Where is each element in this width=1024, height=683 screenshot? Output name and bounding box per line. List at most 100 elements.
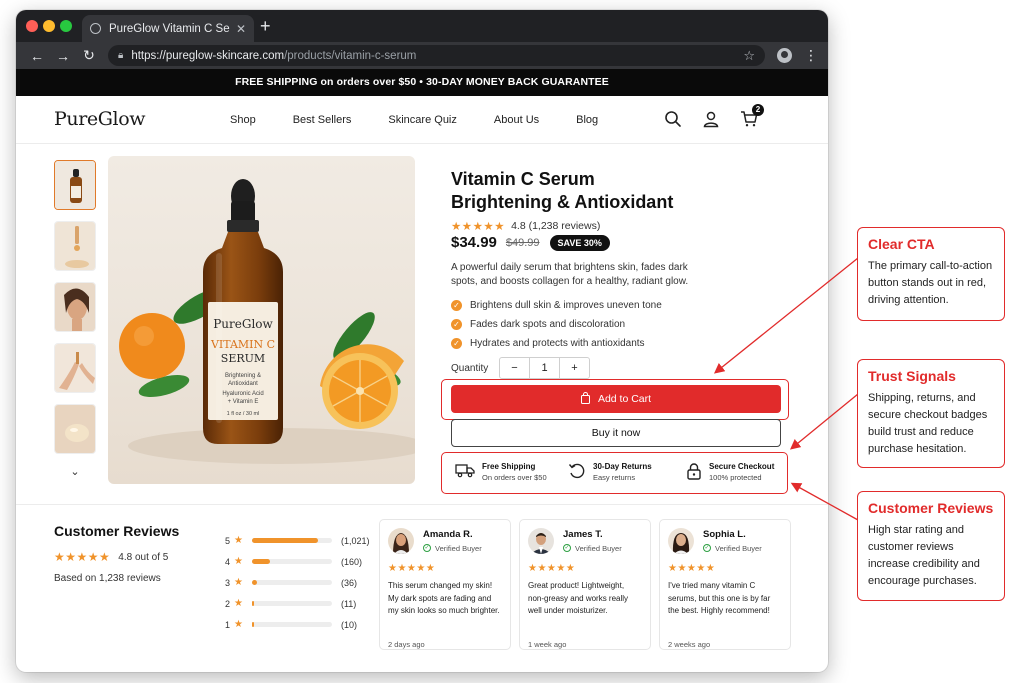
thumbnail-texture[interactable] [54, 404, 96, 454]
quantity-input[interactable]: 1 [529, 358, 560, 378]
add-to-cart-button[interactable]: Add to Cart [451, 385, 781, 413]
review-card: James T. ✓ Verified Buyer ★★★★★ Great pro… [519, 519, 651, 650]
nav-skincare-quiz[interactable]: Skincare Quiz [388, 114, 456, 126]
thumbnail-dropper[interactable] [54, 221, 96, 271]
return-icon [568, 462, 586, 485]
rating-bar-row: 3 ★ (36) [225, 572, 375, 593]
site-header: PureGlow Shop Best Sellers Skincare Quiz… [16, 96, 828, 144]
review-date: 2 days ago [388, 640, 425, 649]
rating-bar-row: 5 ★ (1,021) [225, 530, 375, 551]
nav-blog[interactable]: Blog [576, 114, 598, 126]
average-stars-icon: ★★★★★ [54, 550, 111, 564]
rating-bar-count: (160) [340, 556, 362, 567]
callout-title: Trust Signals [868, 368, 956, 384]
check-icon: ✓ [451, 338, 462, 349]
rating-bar-stars: 1 [225, 619, 231, 630]
current-price: $34.99 [451, 234, 497, 251]
rating-bar-track [251, 601, 332, 606]
average-text: 4.8 out of 5 [118, 551, 169, 563]
trust-title: 30-Day Returns [593, 462, 652, 471]
profile-icon[interactable] [777, 48, 792, 63]
rating-bar-track [251, 580, 332, 585]
callout-body: The primary call-to-action button stands… [868, 260, 993, 306]
rating-bar-row: 1 ★ (10) [225, 614, 375, 635]
benefit-item: ✓ Brightens dull skin & improves uneven t… [451, 296, 662, 315]
reload-icon[interactable]: ↻ [78, 47, 100, 64]
reviewer-name: Sophia L. [703, 528, 746, 540]
close-window-button[interactable] [26, 20, 38, 32]
product-rating[interactable]: ★★★★★ 4.8 (1,238 reviews) [451, 219, 600, 233]
avatar [388, 528, 414, 554]
rating-stars-icon: ★★★★★ [451, 221, 506, 233]
trust-secure-checkout: Secure Checkout 100% protected [686, 462, 774, 485]
quantity-minus-button[interactable]: − [500, 358, 529, 378]
product-hero-image: PureGlow VITAMIN C SERUM Brightening & A… [108, 156, 415, 484]
product-thumbnails: ⌄ [54, 160, 98, 481]
maximize-window-button[interactable] [60, 20, 72, 32]
cart-count-badge: 2 [752, 104, 764, 116]
rating-text: 4.8 (1,238 reviews) [511, 220, 601, 232]
thumbnails-down-chevron-icon[interactable]: ⌄ [54, 465, 96, 481]
bookmark-star-icon[interactable]: ☆ [743, 48, 755, 64]
original-price: $49.99 [505, 236, 540, 249]
thumbnail-bottle[interactable] [54, 160, 96, 210]
benefit-item: ✓ Hydrates and protects with antioxidants [451, 334, 662, 353]
rating-bar-track [251, 622, 332, 627]
rating-bar-stars: 5 [225, 535, 231, 546]
main-nav: Shop Best Sellers Skincare Quiz About Us… [230, 114, 635, 126]
menu-kebab-icon[interactable]: ⋮ [804, 47, 818, 64]
url-host: https://pureglow-skincare.com [131, 49, 285, 62]
bottle-sub3: Hyaluronic Acid [222, 391, 263, 397]
rating-bar-count: (36) [340, 577, 357, 588]
new-tab-button[interactable]: + [260, 16, 271, 37]
nav-best-sellers[interactable]: Best Sellers [293, 114, 352, 126]
quantity-label: Quantity [451, 363, 489, 374]
site-logo[interactable]: PureGlow [54, 108, 146, 130]
buy-now-button[interactable]: Buy it now [451, 419, 781, 447]
review-text: Great product! Lightweight, non-greasy a… [528, 581, 629, 615]
section-divider [16, 504, 828, 505]
add-to-cart-label: Add to Cart [597, 393, 652, 405]
rating-bar-fill [251, 580, 257, 585]
rating-bar-row: 2 ★ (11) [225, 593, 375, 614]
back-arrow-icon[interactable]: ← [26, 48, 48, 64]
review-card: Sophia L. ✓ Verified Buyer ★★★★★ I've tri… [659, 519, 791, 650]
search-icon[interactable] [664, 110, 682, 128]
review-stars-icon: ★★★★★ [388, 563, 436, 574]
rating-bar-stars: 4 [225, 556, 231, 567]
product-description: A powerful daily serum that brightens sk… [451, 262, 689, 287]
close-tab-icon[interactable]: ✕ [236, 22, 246, 36]
verified-badge: ✓ Verified Buyer [423, 543, 482, 553]
nav-about-us[interactable]: About Us [494, 114, 539, 126]
rating-bar-row: 4 ★ (160) [225, 551, 375, 572]
cart-icon[interactable]: 2 [740, 104, 764, 128]
minimize-window-button[interactable] [43, 20, 55, 32]
rating-breakdown: 5 ★ (1,021) 4 ★ (160) 3 ★ (36) 2 ★ (11) 1 ★ (10) [225, 530, 375, 635]
price-row: $34.99 $49.99 SAVE 30% [451, 234, 610, 251]
browser-tab-active[interactable]: PureGlow Vitamin C Serum – ✕ [82, 15, 254, 42]
trust-subtitle: Easy returns [593, 473, 636, 482]
rating-bar-count: (1,021) [340, 535, 370, 546]
nav-shop[interactable]: Shop [230, 114, 256, 126]
check-icon: ✓ [451, 319, 462, 330]
lock-icon [686, 462, 702, 485]
verified-check-icon: ✓ [703, 544, 711, 552]
rating-bar-count: (10) [340, 619, 357, 630]
forward-arrow-icon[interactable]: → [52, 48, 74, 64]
verified-badge: ✓ Verified Buyer [563, 543, 622, 553]
check-icon: ✓ [451, 300, 462, 311]
account-icon[interactable] [702, 110, 720, 128]
thumbnail-hands[interactable] [54, 343, 96, 393]
trust-free-shipping: Free Shipping On orders over $50 [455, 462, 547, 483]
star-icon: ★ [234, 535, 243, 546]
star-icon: ★ [234, 577, 243, 588]
url-path: /products/vitamin-c-serum [284, 49, 417, 62]
callout-clear-cta: Clear CTA The primary call-to-action but… [857, 227, 1005, 321]
address-bar[interactable]: 🔒︎ https://pureglow-skincare.com/product… [108, 45, 765, 66]
bottle-line1: VITAMIN C [210, 338, 275, 351]
browser-toolbar: ← → ↻ 🔒︎ https://pureglow-skincare.com/p… [16, 42, 828, 69]
thumbnail-model[interactable] [54, 282, 96, 332]
rating-bar-fill [251, 601, 254, 606]
callout-title: Clear CTA [868, 236, 935, 252]
quantity-plus-button[interactable]: + [560, 358, 589, 378]
